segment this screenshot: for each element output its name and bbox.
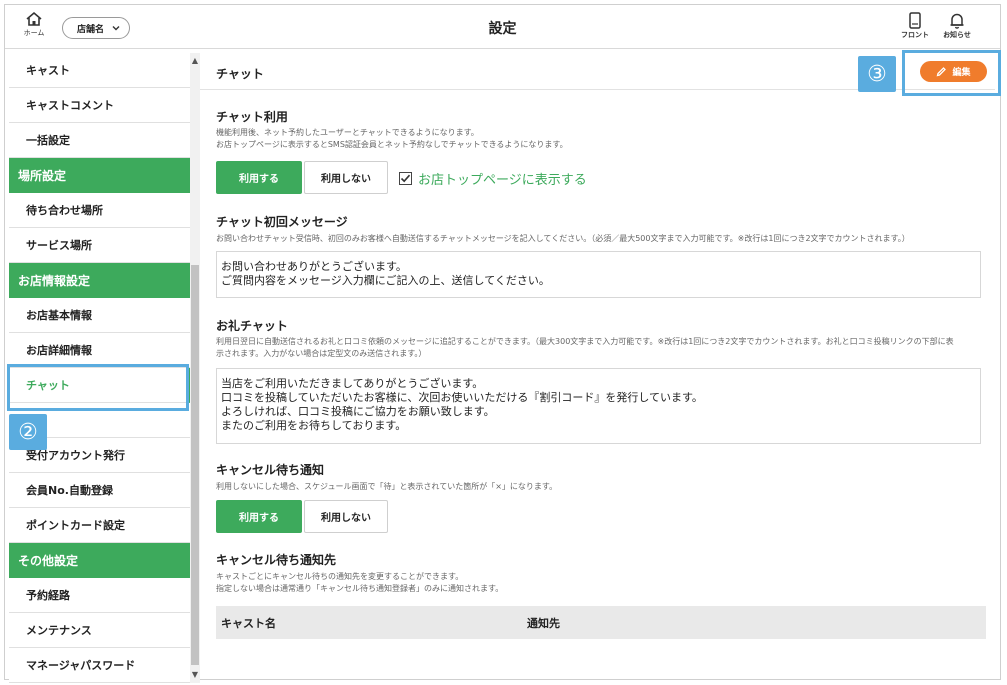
scroll-up-arrow-icon[interactable]: ▲ (191, 56, 199, 66)
top-bar: ホーム 店舗名 設定 フロント お知らせ (5, 5, 1000, 49)
notice-label: お知らせ (943, 31, 971, 39)
sidebar-heading: その他設定 (9, 543, 190, 578)
sidebar-heading: 場所設定 (9, 158, 190, 193)
cancel-dest-title: キャンセル待ち通知先 (216, 553, 337, 567)
first-message-desc: お問い合わせチャット受信時、初回のみお客様へ自動送信するチャットメッセージを記入… (216, 234, 910, 243)
show-on-top-checkbox[interactable]: お店トップページに表示する (399, 169, 587, 188)
thanks-chat-line-3: よろしければ、口コミ投稿にご協力をお願い致します。 (221, 405, 495, 418)
chat-use-off-button[interactable]: 利用しない (304, 161, 388, 194)
column-header-cast: キャスト名 (221, 616, 276, 630)
cancel-wait-off-button[interactable]: 利用しない (304, 500, 388, 533)
sidebar-item[interactable]: メンテナンス (9, 613, 190, 648)
step3-highlight (902, 50, 1001, 96)
first-message-textarea[interactable]: お問い合わせありがとうございます。 ご質問内容をメッセージ入力欄にご記入の上、送… (216, 251, 981, 298)
bell-icon (950, 13, 964, 29)
front-label: フロント (901, 31, 929, 39)
front-button[interactable]: フロント (898, 12, 932, 46)
tablet-icon (909, 12, 921, 29)
chat-use-on-button[interactable]: 利用する (216, 161, 302, 194)
first-message-line-2: ご質問内容をメッセージ入力欄にご記入の上、送信してください。 (221, 274, 550, 287)
cancel-dest-table-header: キャスト名 通知先 (216, 606, 986, 639)
sidebar-item[interactable]: サービス場所 (9, 228, 190, 263)
thanks-chat-desc-1: 利用日翌日に自動送信されるお礼と口コミ依頼のメッセージに追記することができます。… (216, 337, 954, 346)
chat-use-desc-1: 機能利用後、ネット予約したユーザーとチャットできるようになります。 (216, 128, 479, 137)
cancel-wait-desc: 利用しないにした場合、スケジュール画面で「待」と表示されていた箇所が「×」になり… (216, 482, 558, 491)
chat-use-title: チャット利用 (216, 110, 288, 124)
sidebar-item[interactable]: お店基本情報 (9, 298, 190, 333)
cancel-wait-title: キャンセル待ち通知 (216, 463, 325, 477)
sidebar-item[interactable]: 待ち合わせ場所 (9, 193, 190, 228)
sidebar-item[interactable]: キャスト (9, 53, 190, 88)
check-icon (400, 174, 411, 183)
section-title: チャット (216, 67, 264, 81)
step3-badge: ③ (858, 56, 896, 92)
column-header-destination: 通知先 (527, 616, 560, 630)
sidebar-item[interactable]: お店詳細情報 (9, 333, 190, 368)
app-frame: ホーム 店舗名 設定 フロント お知らせ チャット 編集 チャット利用 機能利用… (4, 4, 1001, 683)
thanks-chat-textarea[interactable]: 当店をご利用いただきましてありがとうございます。 口コミを投稿していただいたお客… (216, 368, 981, 444)
sidebar-item[interactable]: キャストコメント (9, 88, 190, 123)
thanks-chat-line-2: 口コミを投稿していただいたお客様に、次回お使いいただける『割引コード』を発行して… (221, 391, 703, 404)
cancel-dest-desc-2: 指定しない場合は通常通り「キャンセル待ち通知登録者」のみに通知されます。 (216, 584, 504, 593)
step2-badge: ② (9, 414, 47, 450)
show-on-top-label: お店トップページに表示する (418, 173, 587, 188)
sidebar-item[interactable]: 一括設定 (9, 123, 190, 158)
sidebar-heading: お店情報設定 (9, 263, 190, 298)
main-panel: チャット 編集 チャット利用 機能利用後、ネット予約したユーザーとチャットできる… (200, 53, 1000, 679)
thanks-chat-title: お礼チャット (216, 319, 288, 333)
sidebar-scrollbar[interactable]: ▲ ▼ (190, 53, 200, 683)
sidebar-item[interactable]: 予約経路 (9, 578, 190, 613)
cancel-wait-on-button[interactable]: 利用する (216, 500, 302, 533)
first-message-title: チャット初回メッセージ (216, 215, 348, 229)
page-title: 設定 (488, 21, 517, 37)
sidebar-item[interactable]: 会員No.自動登録 (9, 473, 190, 508)
scroll-thumb[interactable] (191, 265, 199, 665)
thanks-chat-desc-2: 示されます。入力がない場合は定型文のみ送信されます。） (216, 349, 427, 358)
notice-button[interactable]: お知らせ (940, 12, 974, 46)
cancel-dest-desc-1: キャストごとにキャンセル待ちの通知先を変更することができます。 (216, 572, 464, 581)
scroll-down-arrow-icon[interactable]: ▼ (191, 670, 199, 680)
thanks-chat-line-4: またのご利用をお待ちしております。 (221, 419, 407, 432)
sidebar-item[interactable]: マネージャパスワード (9, 648, 190, 683)
step2-highlight (7, 364, 189, 411)
first-message-line-1: お問い合わせありがとうございます。 (221, 260, 407, 273)
sidebar-item[interactable]: ポイントカード設定 (9, 508, 190, 543)
chat-use-desc-2: お店トップページに表示するとSMS認証会員とネット予約なしでチャットできるように… (216, 140, 568, 149)
checkbox-box[interactable] (399, 172, 412, 185)
thanks-chat-line-1: 当店をご利用いただきましてありがとうございます。 (221, 377, 484, 390)
